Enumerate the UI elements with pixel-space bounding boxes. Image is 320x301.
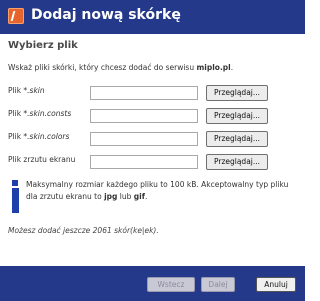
remaining-skins-text: Możesz dodać jeszcze 2061 skór(ke|ek). <box>8 226 159 235</box>
info-jpg: jpg <box>104 192 118 201</box>
title-bar: Dodaj nową skórkę <box>0 0 305 34</box>
info-text-part2: lub <box>117 192 134 201</box>
skin-consts-file-label: Plik *.skin.consts <box>8 109 71 118</box>
screenshot-label-text: Plik zrzutu ekranu <box>8 155 76 164</box>
screenshot-file-input[interactable] <box>90 155 198 169</box>
skin-file-label-ext: *.skin <box>23 86 45 95</box>
skin-file-label-prefix: Plik <box>8 86 24 95</box>
instructions-text: Wskaż pliki skórki, który chcesz dodać d… <box>8 63 233 72</box>
screenshot-file-label: Plik zrzutu ekranu <box>8 155 75 164</box>
next-button[interactable]: Dalej <box>201 277 235 292</box>
skin-colors-file-input[interactable] <box>90 132 198 146</box>
skin-colors-file-label: Plik *.skin.colors <box>8 132 69 141</box>
skin-colors-label-ext: *.skin.colors <box>23 132 70 141</box>
skin-consts-file-input[interactable] <box>90 109 198 123</box>
browse-screenshot-button[interactable]: Przeglądaj... <box>206 154 268 170</box>
browse-skin-consts-button[interactable]: Przeglądaj... <box>206 108 268 124</box>
info-text-part3: . <box>144 192 148 201</box>
info-gif: gif <box>133 192 145 201</box>
info-icon <box>9 180 21 215</box>
info-icon-dot <box>12 180 18 186</box>
skin-file-input[interactable] <box>90 86 198 100</box>
skin-file-label: Plik *.skin <box>8 86 45 95</box>
back-button[interactable]: Wstecz <box>147 277 195 292</box>
info-icon-bar <box>12 188 19 213</box>
browse-skin-button[interactable]: Przeglądaj... <box>206 85 268 101</box>
info-text-part1: Maksymalny rozmiar każdego pliku to 100 … <box>26 180 289 201</box>
cancel-button[interactable]: Anuluj <box>256 277 296 292</box>
instructions-suffix: . <box>230 63 234 72</box>
skin-colors-label-prefix: Plik <box>8 132 24 141</box>
browse-skin-colors-button[interactable]: Przeglądaj... <box>206 131 268 147</box>
section-title: Wybierz plik <box>8 40 78 51</box>
skin-consts-label-prefix: Plik <box>8 109 24 118</box>
dialog-title: Dodaj nową skórkę <box>31 7 181 23</box>
add-skin-dialog: Dodaj nową skórkę Wybierz plik Wskaż pli… <box>0 0 305 301</box>
instructions-prefix: Wskaż pliki skórki, który chcesz dodać d… <box>8 63 197 72</box>
file-limits-info: Maksymalny rozmiar każdego pliku to 100 … <box>26 179 294 203</box>
site-name: miplo.pl <box>196 63 231 72</box>
miplo-logo-icon <box>8 8 24 24</box>
skin-consts-label-ext: *.skin.consts <box>23 109 72 118</box>
